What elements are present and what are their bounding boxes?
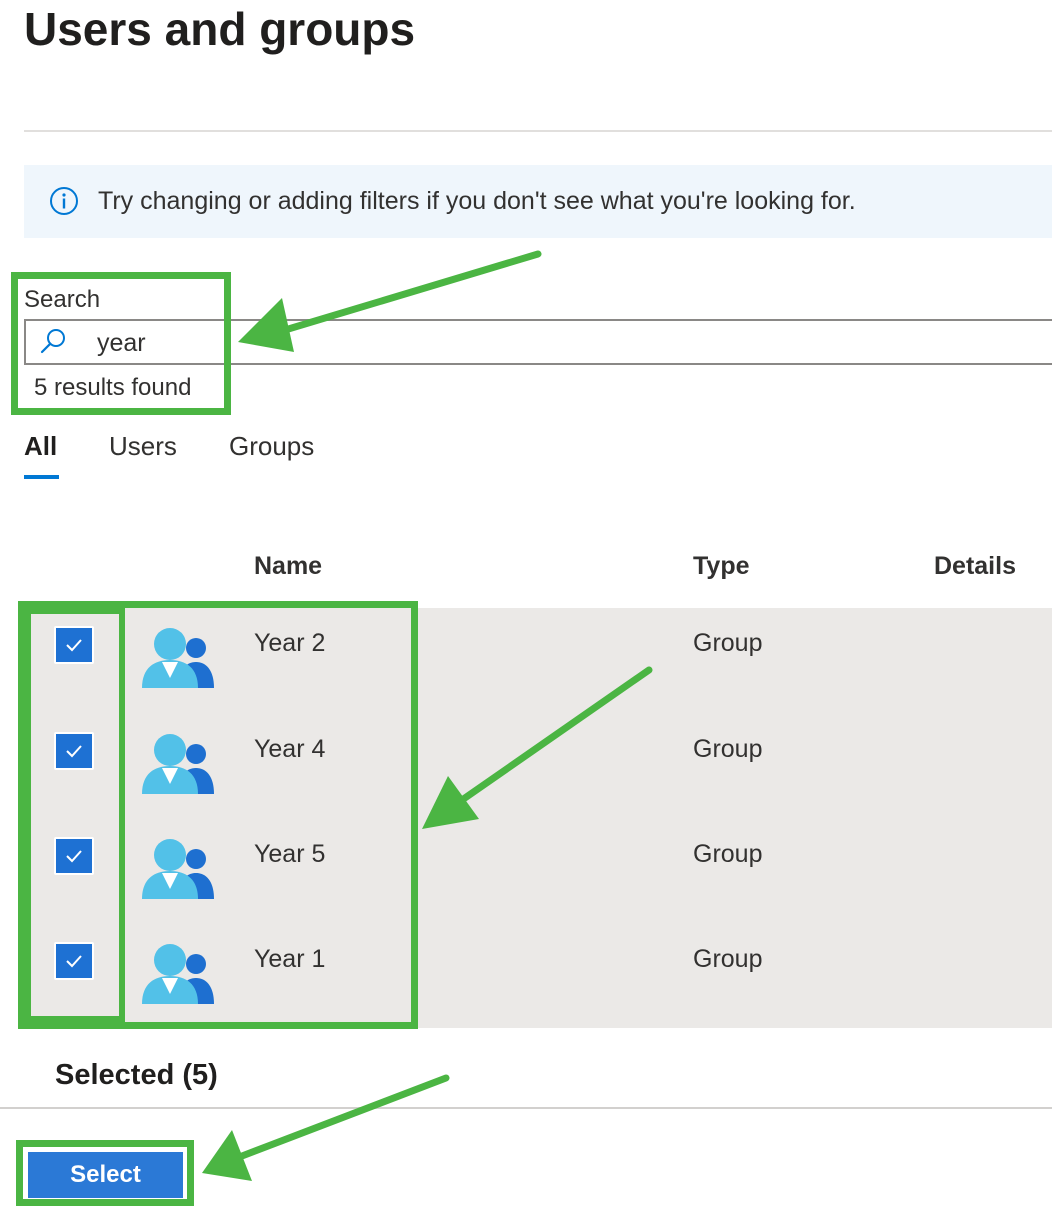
search-label: Search <box>24 286 101 313</box>
table-row[interactable]: Year 1 Group <box>24 924 1052 1029</box>
page-title: Users and groups <box>24 3 416 55</box>
row-name: Year 5 <box>254 840 326 868</box>
row-type: Group <box>693 840 763 868</box>
column-header-type[interactable]: Type <box>693 551 750 581</box>
group-icon <box>142 734 214 794</box>
search-input[interactable] <box>24 319 1052 365</box>
row-checkbox[interactable] <box>54 732 94 770</box>
row-type: Group <box>693 945 763 973</box>
row-type: Group <box>693 629 763 657</box>
header-divider <box>24 130 1052 132</box>
search-icon <box>40 329 65 354</box>
row-checkbox[interactable] <box>54 837 94 875</box>
table-row[interactable]: Year 4 Group <box>24 714 1052 819</box>
tab-groups[interactable]: Groups <box>229 430 314 462</box>
row-name: Year 1 <box>254 945 326 973</box>
group-icon <box>142 628 214 688</box>
row-name: Year 2 <box>254 629 326 657</box>
checkmark-icon <box>66 745 82 758</box>
column-header-name[interactable]: Name <box>254 551 322 581</box>
checkmark-icon <box>66 850 82 863</box>
results-count: 5 results found <box>34 374 192 401</box>
tab-all[interactable]: All <box>24 430 57 462</box>
selected-count[interactable]: Selected (5) <box>55 1058 218 1092</box>
row-checkbox[interactable] <box>54 626 94 664</box>
tab-users[interactable]: Users <box>109 430 177 462</box>
active-tab-indicator <box>24 475 59 479</box>
checkmark-icon <box>66 639 82 652</box>
table-row[interactable]: Year 2 Group <box>24 608 1052 713</box>
group-icon <box>142 839 214 899</box>
row-type: Group <box>693 735 763 763</box>
row-name: Year 4 <box>254 735 326 763</box>
select-button[interactable]: Select <box>28 1152 183 1198</box>
checkmark-icon <box>66 955 82 968</box>
info-banner-text: Try changing or adding filters if you do… <box>98 187 856 215</box>
table-row[interactable]: Year 5 Group <box>24 819 1052 924</box>
group-icon <box>142 944 214 1004</box>
footer-divider <box>0 1107 1052 1109</box>
search-input-value[interactable]: year <box>97 328 146 358</box>
arrow-to-select <box>202 1074 450 1181</box>
column-header-details[interactable]: Details <box>934 551 1016 581</box>
row-checkbox[interactable] <box>54 942 94 980</box>
info-icon <box>50 187 78 215</box>
